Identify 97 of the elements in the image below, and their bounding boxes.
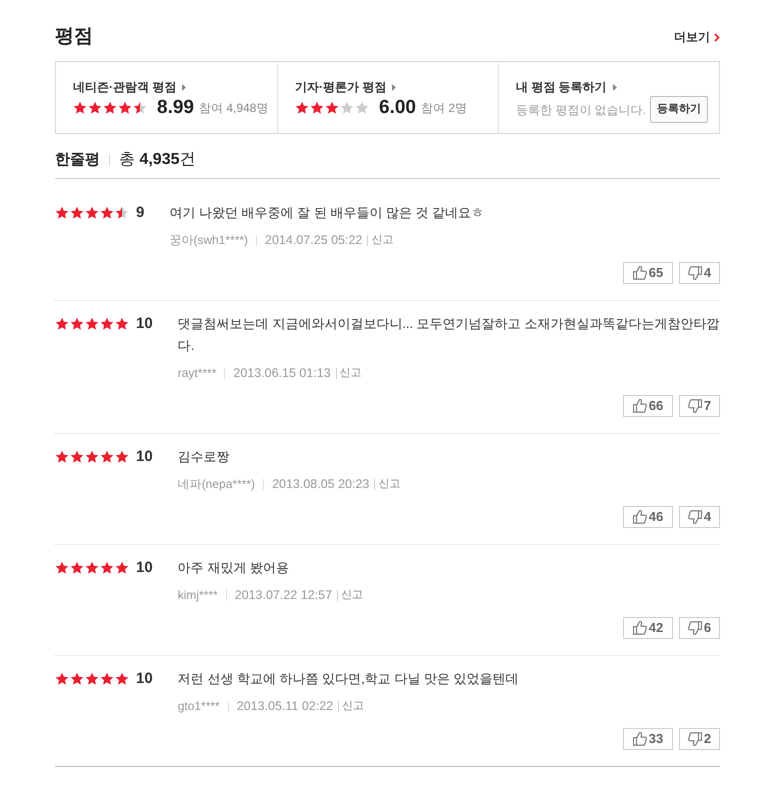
report-link[interactable]: 신고 bbox=[342, 698, 364, 714]
star-icon bbox=[55, 206, 69, 220]
star-icon bbox=[115, 317, 129, 331]
reviews-title: 한줄평 bbox=[55, 150, 100, 170]
star-icon bbox=[340, 101, 354, 115]
star-icon bbox=[103, 101, 117, 115]
star-icon bbox=[70, 672, 84, 686]
star-icon bbox=[55, 450, 69, 464]
more-link[interactable]: 더보기 bbox=[674, 25, 720, 49]
chevron-right-icon bbox=[714, 32, 720, 42]
star-icon bbox=[100, 206, 114, 220]
no-rating-message: 등록한 평점이 없습니다. bbox=[516, 102, 646, 118]
like-button[interactable]: 42 bbox=[623, 617, 673, 639]
rating-title-link[interactable]: 기자·평론가 평점 bbox=[295, 78, 396, 96]
thumbs-up-icon bbox=[632, 266, 647, 280]
star-icon bbox=[115, 672, 129, 686]
star-icon bbox=[310, 101, 324, 115]
triangle-right-icon bbox=[182, 84, 186, 90]
star-icon bbox=[115, 561, 129, 575]
rating-title-link[interactable]: 네티즌·관람객 평점 bbox=[73, 78, 186, 96]
star-icon bbox=[325, 101, 339, 115]
section-title: 평점 bbox=[55, 25, 93, 49]
review-score: 10 bbox=[136, 669, 153, 689]
thumbs-down-icon bbox=[688, 732, 702, 746]
review-score: 10 bbox=[136, 447, 153, 467]
dislike-button[interactable]: 7 bbox=[679, 395, 720, 417]
review-author: gto1**** bbox=[178, 698, 220, 715]
report-link[interactable]: 신고 bbox=[341, 586, 364, 604]
star-icon bbox=[85, 672, 99, 686]
star-icon bbox=[118, 101, 132, 115]
review-author: rayt**** bbox=[178, 365, 216, 382]
thumbs-down-icon bbox=[688, 266, 702, 280]
report-link[interactable]: 신고 bbox=[340, 364, 362, 382]
like-button[interactable]: 65 bbox=[623, 262, 673, 284]
star-icon bbox=[55, 672, 69, 686]
star-icon bbox=[70, 450, 84, 464]
star-icon bbox=[100, 450, 114, 464]
review-date: 2014.07.25 05:22 bbox=[265, 232, 362, 249]
star-icon bbox=[55, 317, 69, 331]
star-icon bbox=[133, 101, 147, 115]
star-icon bbox=[70, 561, 84, 575]
star-icon bbox=[100, 317, 114, 331]
dislike-button[interactable]: 6 bbox=[679, 617, 720, 639]
star-icon bbox=[85, 206, 99, 220]
thumbs-up-icon bbox=[632, 510, 647, 524]
star-icon bbox=[85, 317, 99, 331]
rating-score: 6.00 bbox=[379, 96, 416, 120]
thumbs-up-icon bbox=[632, 621, 647, 635]
like-button[interactable]: 33 bbox=[623, 728, 673, 750]
review-count: 총 4,935건 bbox=[119, 150, 196, 170]
review-author: kimj**** bbox=[178, 587, 218, 604]
rating-title-link[interactable]: 내 평점 등록하기 bbox=[516, 78, 617, 96]
review-score: 10 bbox=[136, 558, 153, 578]
star-icon bbox=[70, 206, 84, 220]
star-icon bbox=[88, 101, 102, 115]
review-text: 아주 재밌게 봤어용 bbox=[178, 559, 290, 577]
participant-count: 참여 4,948명 bbox=[198, 100, 268, 117]
star-icon bbox=[295, 101, 309, 115]
like-button[interactable]: 66 bbox=[623, 395, 673, 417]
star-icon bbox=[355, 101, 369, 115]
star-icon bbox=[115, 450, 129, 464]
star-icon bbox=[70, 317, 84, 331]
star-icon bbox=[73, 101, 87, 115]
review-date: 2013.08.05 20:23 bbox=[272, 476, 370, 493]
star-icon bbox=[115, 206, 129, 220]
rating-score: 8.99 bbox=[157, 96, 194, 120]
thumbs-up-icon bbox=[632, 732, 647, 746]
register-button[interactable]: 등록하기 bbox=[650, 96, 708, 123]
review-text: 댓글첨써보는데 지금에와서이걸보다니... 모두연기넘잘하고 소재가현실과똑같다는게참안타깝다. bbox=[178, 315, 720, 355]
review-score: 10 bbox=[136, 314, 153, 334]
triangle-right-icon bbox=[612, 84, 617, 90]
thumbs-up-icon bbox=[632, 399, 647, 413]
star-icon bbox=[100, 561, 114, 575]
review-text: 김수로짱 bbox=[178, 448, 231, 466]
star-icon bbox=[100, 672, 114, 686]
report-link[interactable]: 신고 bbox=[378, 476, 400, 492]
review-author: 네파(nepa****) bbox=[178, 476, 256, 493]
dislike-button[interactable]: 2 bbox=[679, 728, 720, 750]
thumbs-down-icon bbox=[688, 510, 702, 524]
report-link[interactable]: 신고 bbox=[371, 232, 394, 248]
star-icon bbox=[85, 561, 99, 575]
review-date: 2013.05.11 02:22 bbox=[236, 698, 334, 715]
star-icon bbox=[55, 561, 69, 575]
star-icon bbox=[85, 450, 99, 464]
review-text: 여기 나왔던 배우중에 잘 된 배우들이 많은 것 같네요ㅎ bbox=[169, 204, 486, 222]
participant-count: 참여 2명 bbox=[420, 100, 467, 117]
review-text: 저런 선생 학교에 하나쯤 있다면,학교 다닐 맛은 있었을텐데 bbox=[178, 670, 520, 688]
like-button[interactable]: 46 bbox=[623, 506, 673, 528]
thumbs-down-icon bbox=[688, 621, 702, 635]
review-date: 2013.07.22 12:57 bbox=[234, 586, 332, 604]
thumbs-down-icon bbox=[688, 399, 702, 413]
dislike-button[interactable]: 4 bbox=[679, 262, 720, 284]
review-date: 2013.06.15 01:13 bbox=[233, 364, 331, 382]
triangle-right-icon bbox=[392, 84, 396, 90]
dislike-button[interactable]: 4 bbox=[679, 506, 720, 528]
review-author: 꿍아(swh1****) bbox=[169, 232, 248, 249]
review-score: 9 bbox=[136, 203, 144, 223]
